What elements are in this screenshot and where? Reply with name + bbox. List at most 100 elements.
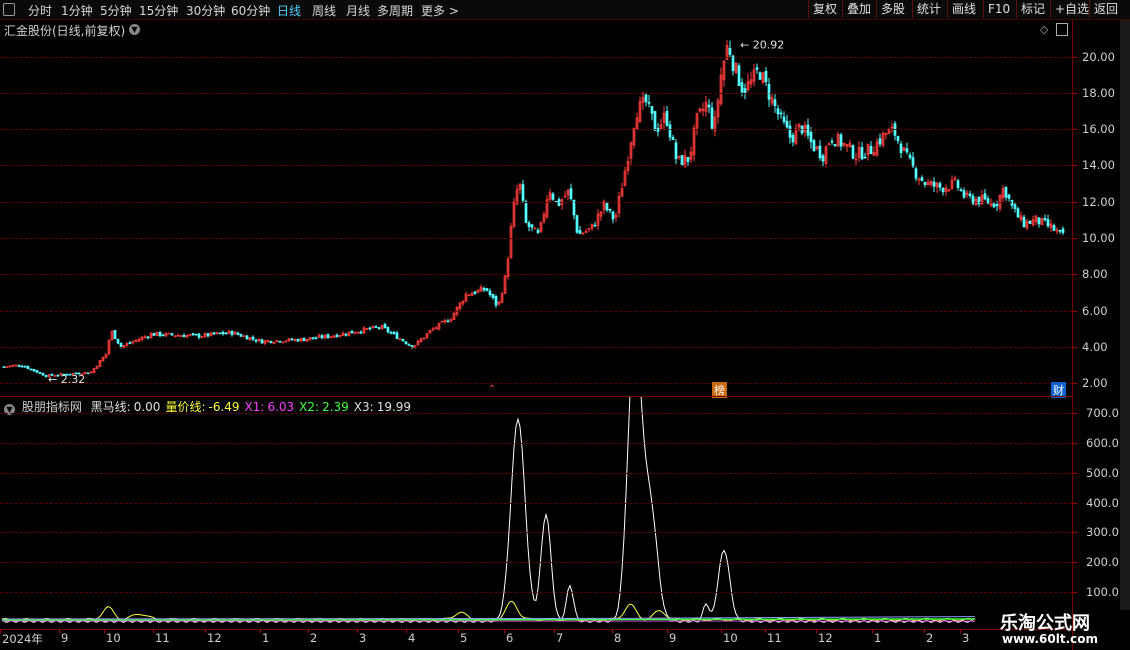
toolbar-button-4[interactable]: 画线 (947, 0, 980, 18)
candle-body (962, 190, 966, 198)
candle-body (383, 323, 387, 329)
candle-body (710, 107, 714, 129)
kline-y-tick: 14.00 (1082, 158, 1115, 172)
kline-y-tick: 18.00 (1082, 86, 1115, 100)
candle-body (161, 334, 165, 337)
candle-body (932, 181, 936, 187)
candle-body (1061, 228, 1065, 233)
toolbar-button-7[interactable]: +自选 (1050, 0, 1093, 18)
candle-body (611, 211, 615, 220)
candle-body (230, 330, 234, 335)
max-price-label: ← 20.92 (740, 38, 784, 51)
x-tick-mark (960, 629, 961, 633)
x-tick-mark (612, 629, 613, 633)
candle-body (806, 124, 810, 136)
candle-body (905, 148, 909, 153)
kline-y-tick: 6.00 (1082, 304, 1108, 318)
timeframe-4[interactable]: 30分钟 (186, 2, 225, 19)
x-label: 3 (962, 631, 970, 645)
toolbar-button-5[interactable]: F10 (983, 0, 1014, 18)
candle-body (1016, 208, 1020, 218)
kline-y-tick: 20.00 (1082, 50, 1115, 64)
toolbar-button-1[interactable]: 叠加 (842, 0, 875, 18)
candle-body (833, 143, 837, 147)
timeframe-5[interactable]: 60分钟 (231, 2, 270, 19)
indicator-chart[interactable] (0, 397, 1130, 630)
candle-body (785, 120, 789, 128)
grid-line (0, 503, 1072, 504)
candle-body (245, 335, 249, 340)
timeframe-0[interactable]: 分时 (28, 2, 52, 19)
candle-body (242, 335, 246, 338)
candle-body (776, 108, 780, 115)
toolbar-button-0[interactable]: 复权 (808, 0, 841, 18)
grid-line (0, 383, 1072, 384)
candle-body (377, 327, 381, 329)
timeframe-8[interactable]: 月线 (346, 2, 370, 19)
toolbar-button-6[interactable]: 标记 (1016, 0, 1049, 18)
kline-y-tick: 16.00 (1082, 122, 1115, 136)
candle-body (344, 333, 348, 336)
x-label: 2024年 (2, 632, 43, 646)
candle-body (755, 67, 759, 70)
candle-body (839, 134, 843, 147)
candle-body (782, 116, 786, 122)
x-label: 8 (614, 631, 622, 645)
candle-body (239, 334, 243, 337)
candle-body (920, 177, 924, 181)
volume-price-line (1, 600, 975, 622)
kline-chart[interactable]: ← 20.92 ← 2.32 (0, 20, 1130, 398)
timeframe-6[interactable]: 日线 (277, 2, 301, 19)
candle-body (488, 290, 492, 296)
timeframe-9[interactable]: 多周期 (377, 2, 413, 19)
candle-body (650, 106, 654, 114)
grid-line (0, 562, 1072, 563)
candle-body (29, 368, 33, 371)
x-label: 11 (155, 631, 170, 645)
x-label: 2 (310, 631, 318, 645)
indicator-y-tick: 600.0 (1086, 436, 1119, 450)
right-scrollbar[interactable] (1120, 20, 1130, 610)
candle-body (302, 338, 306, 342)
candle-body (731, 55, 735, 72)
grid-line (0, 238, 1072, 239)
candle-body (653, 111, 657, 131)
x-label: 1 (874, 631, 882, 645)
toolbar-button-3[interactable]: 统计 (912, 0, 945, 18)
timeframe-2[interactable]: 5分钟 (100, 2, 132, 19)
candle-body (251, 336, 255, 340)
x-label: 5 (460, 631, 468, 645)
candle-body (146, 336, 150, 339)
grid-line (0, 274, 1072, 275)
timeframe-7[interactable]: 周线 (312, 2, 336, 19)
candle-body (260, 339, 264, 344)
candle-body (983, 193, 987, 200)
candle-body (224, 332, 228, 335)
candle-body (1007, 194, 1011, 199)
candle-body (320, 335, 324, 339)
candle-body (359, 331, 363, 334)
candle-body (206, 333, 210, 337)
up-arrow-icon[interactable]: ⌃ (488, 384, 496, 395)
candle-body (740, 82, 744, 93)
min-price-label: ← 2.32 (48, 373, 85, 386)
candle-body (86, 372, 90, 375)
toolbar-button-8[interactable]: 返回 (1089, 0, 1122, 18)
window-icon[interactable] (3, 3, 15, 16)
candle-body (959, 189, 963, 192)
timeframe-10[interactable]: 更多 > (421, 2, 459, 19)
timeframe-1[interactable]: 1分钟 (61, 2, 93, 19)
indicator-y-tick: 400.0 (1086, 496, 1119, 510)
candle-body (737, 65, 741, 86)
grid-line (0, 165, 1072, 166)
timeframe-3[interactable]: 15分钟 (139, 2, 178, 19)
candle-body (992, 203, 996, 208)
x-tick-mark (721, 629, 722, 633)
toolbar-button-2[interactable]: 多股 (876, 0, 909, 18)
candle-body (968, 193, 972, 197)
kline-y-tick: 12.00 (1082, 195, 1115, 209)
candle-body (494, 296, 498, 306)
candle-body (2, 366, 6, 368)
x-label: 3 (359, 631, 367, 645)
candle-body (647, 101, 651, 104)
